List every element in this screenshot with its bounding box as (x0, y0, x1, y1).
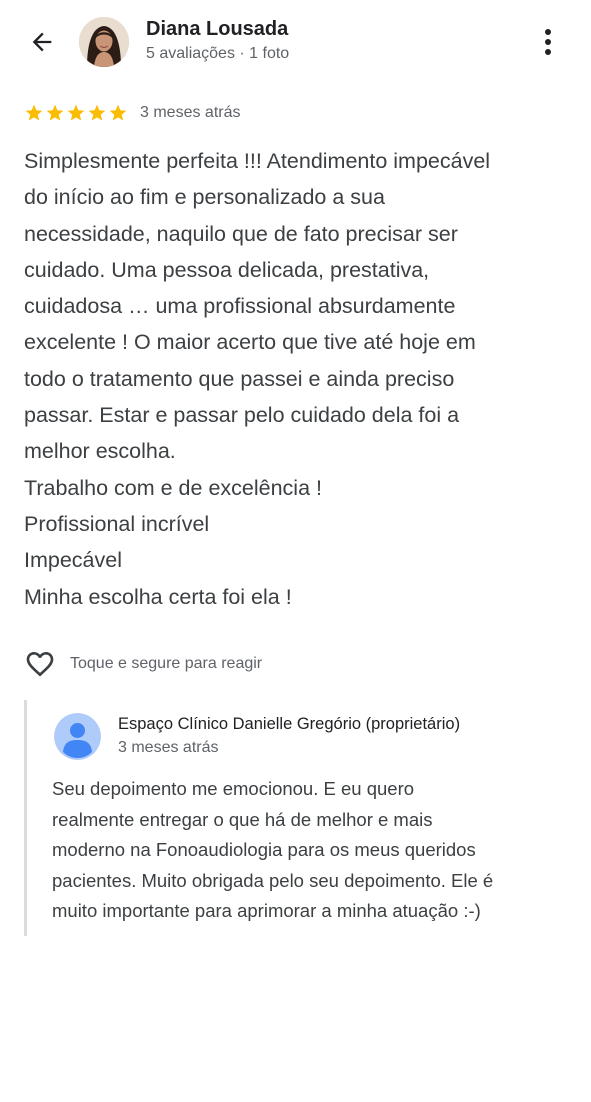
owner-reply: Espaço Clínico Danielle Gregório (propri… (24, 700, 572, 936)
react-button[interactable]: Toque e segure para reagir (24, 648, 262, 680)
review-line: excelente ! O maior acerto que tive até … (24, 330, 476, 355)
review-line: cuidado. Uma pessoa delicada, prestativa… (24, 257, 430, 282)
owner-name[interactable]: Espaço Clínico Danielle Gregório (propri… (118, 715, 460, 734)
reviewer-avatar[interactable] (79, 17, 129, 67)
review-line: Impecável (24, 548, 122, 573)
star-icon (109, 104, 127, 121)
review-line: todo o tratamento que passei e ainda pre… (24, 366, 455, 391)
star-icon (46, 104, 64, 121)
star-icon (88, 104, 106, 121)
owner-reply-text: Seu depoimento me emocionou. E eu quero … (52, 774, 572, 927)
review-line: Profissional incrível (24, 511, 210, 536)
review-line: do início ao fim e personalizado a sua (24, 185, 385, 210)
review-header: Diana Lousada 5 avaliações · 1 foto (0, 0, 591, 86)
review-time: 3 meses atrás (140, 104, 241, 121)
heart-outline-icon (26, 652, 54, 677)
owner-reply-line: realmente entregar o que há de melhor e … (52, 808, 433, 830)
review-line: Simplesmente perfeita !!! Atendimento im… (24, 149, 491, 173)
back-button[interactable] (24, 24, 60, 60)
star-rating (24, 103, 128, 123)
reviewer-name[interactable]: Diana Lousada (146, 18, 288, 41)
arrow-back-icon (32, 32, 52, 52)
owner-reply-line: Seu depoimento me emocionou. E eu quero (52, 778, 415, 799)
owner-reply-time: 3 meses atrás (118, 739, 219, 756)
react-label: Toque e segure para reagir (70, 655, 263, 672)
reviewer-photo (79, 17, 129, 67)
review-line: passar. Estar e passar pelo cuidado dela… (24, 403, 460, 428)
review-line: necessidade, naquilo que de fato precisa… (24, 221, 458, 246)
person-avatar-icon (54, 713, 101, 760)
review-line: Minha escolha certa foi ela ! (24, 584, 292, 609)
star-icon (25, 104, 43, 121)
more-options-button[interactable] (534, 24, 562, 60)
review-line: Trabalho com e de excelência ! (24, 475, 322, 500)
more-vert-icon (545, 29, 551, 55)
owner-reply-line: moderno na Fonoaudiologia para os meus q… (52, 839, 476, 860)
star-icon (67, 104, 85, 121)
owner-reply-line: muito importante para aprimorar a minha … (52, 900, 481, 921)
owner-avatar[interactable] (54, 713, 101, 760)
owner-reply-line: pacientes. Muito obrigada pelo seu depoi… (52, 869, 494, 891)
review-line: cuidadosa … uma profissional absurdament… (24, 294, 456, 319)
review-text: Simplesmente perfeita !!! Atendimento im… (24, 143, 569, 615)
review-line: melhor escolha. (24, 439, 176, 464)
reviewer-meta: 5 avaliações · 1 foto (146, 45, 290, 62)
